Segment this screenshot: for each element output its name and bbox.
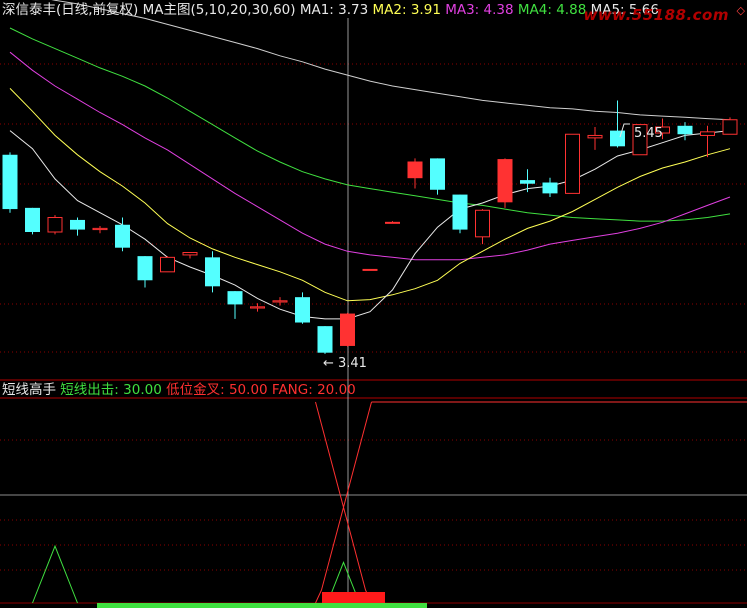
candle-body — [700, 131, 715, 136]
main-chart-header: 深信泰丰(日线,前复权) MA主图(5,10,20,30,60) MA1: 3.… — [2, 1, 659, 19]
candle-body — [295, 297, 310, 323]
candle — [295, 292, 310, 324]
candle-body — [47, 217, 63, 233]
candle — [25, 207, 40, 235]
candle-body — [272, 300, 288, 303]
candle — [452, 194, 468, 234]
indicator-params: (5,10,20,30,60) — [190, 2, 296, 18]
candle-body — [227, 291, 243, 305]
candle-body — [317, 326, 333, 353]
short-attack-label: 短线出击: — [60, 382, 119, 398]
candle — [385, 221, 400, 224]
candle — [47, 215, 63, 235]
candle — [497, 158, 513, 208]
candle — [587, 127, 603, 150]
price-labels: 5.45 3.41 ← — [323, 123, 663, 371]
candle — [475, 209, 490, 245]
candle-body — [565, 133, 580, 194]
candle-body — [160, 256, 175, 273]
candle — [115, 217, 130, 252]
candle — [317, 326, 333, 354]
candle-body — [340, 313, 355, 346]
stock-name: 深信泰丰 — [2, 2, 56, 18]
candle — [542, 177, 558, 197]
candle — [340, 312, 355, 347]
candle-body — [137, 256, 153, 281]
moving-average-lines — [9, 0, 731, 320]
candle — [565, 133, 580, 194]
candle-body — [205, 257, 220, 287]
ma4-label: MA4: — [517, 2, 552, 18]
candle — [722, 117, 738, 135]
candle-body — [385, 221, 400, 224]
ma3-value: 4.38 — [483, 2, 514, 18]
candle — [70, 217, 85, 236]
candlesticks — [2, 100, 738, 354]
candle-body — [610, 130, 625, 147]
ma1-value: 3.73 — [338, 2, 369, 18]
candle-body — [25, 207, 40, 232]
candle — [137, 256, 153, 288]
candle-body — [587, 134, 603, 139]
fang-value: 20.00 — [317, 382, 356, 398]
indicator-panel-name: 短线高手 — [2, 382, 56, 398]
candle — [700, 125, 715, 158]
candle-body — [182, 252, 198, 256]
candle-body — [115, 224, 130, 248]
candle — [2, 152, 18, 213]
candle-body — [520, 180, 535, 184]
candle-body — [362, 268, 378, 271]
ma1-label: MA1: — [299, 2, 334, 18]
ma2-value: 3.91 — [410, 2, 441, 18]
chart-mode: (日线,前复权) — [56, 2, 139, 18]
short-attack-spike — [32, 544, 78, 604]
candle-body — [430, 158, 445, 190]
watermark-logo: www.55188.com — [583, 6, 729, 24]
low-cross-value: 50.00 — [228, 382, 268, 398]
candle-body — [452, 194, 468, 230]
low-cross-bar — [322, 592, 385, 603]
candle — [430, 158, 445, 195]
candle — [520, 169, 535, 193]
candle-body — [250, 306, 265, 309]
indicator-name: MA主图 — [142, 2, 191, 18]
candle — [92, 225, 108, 234]
candle — [182, 252, 198, 259]
low-price-label: 3.41 — [338, 356, 367, 371]
ma4-line — [9, 27, 731, 222]
candle-body — [92, 227, 108, 231]
grid-lines — [0, 18, 747, 608]
candle-body — [70, 219, 85, 230]
candle-body — [475, 209, 490, 238]
candle — [407, 158, 423, 189]
short-attack-bar — [97, 603, 427, 608]
indicator-panel — [32, 401, 747, 608]
diamond-icon[interactable]: ◇ — [737, 4, 745, 17]
candle — [362, 268, 378, 271]
candle-body — [722, 119, 738, 135]
kline-chart[interactable]: 5.45 3.41 ← — [0, 0, 747, 608]
high-price-label: 5.45 — [634, 126, 663, 141]
candle-body — [2, 154, 18, 210]
candle — [160, 256, 175, 273]
indicator-header: 短线高手 短线出击: 30.00 低位金叉: 50.00 FANG: 20.00 — [2, 381, 356, 399]
candle-body — [407, 161, 423, 179]
low-cross-label: 低位金叉: — [166, 382, 225, 398]
short-attack-value: 30.00 — [123, 382, 162, 398]
candle-body — [542, 182, 558, 194]
ma4-value: 4.88 — [556, 2, 587, 18]
ma3-label: MA3: — [445, 2, 480, 18]
candle-body — [497, 159, 513, 203]
candle — [205, 251, 220, 293]
low-label-arrow: ← — [323, 356, 334, 371]
candle-body — [677, 125, 693, 135]
ma2-label: MA2: — [372, 2, 407, 18]
candle — [227, 291, 243, 319]
fang-label: FANG: — [271, 382, 313, 398]
ma1-line — [9, 130, 731, 320]
